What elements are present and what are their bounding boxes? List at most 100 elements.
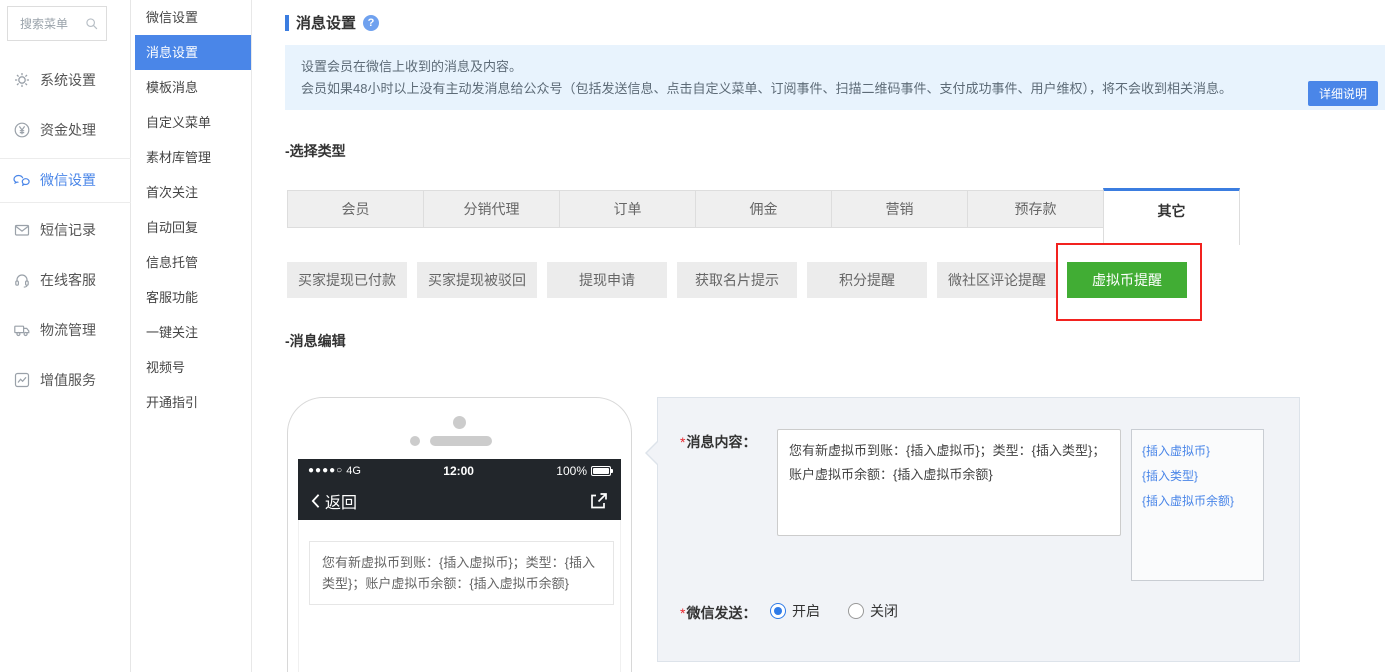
phone-status-bar: ●●●●○ 4G 12:00 100% [298,459,621,482]
message-type-tabs: 会员 分销代理 订单 佣金 营销 预存款 其它 [287,188,1240,245]
page-title: 消息设置 ? [285,12,380,33]
message-type-buttons: 买家提现已付款 买家提现被驳回 提现申请 获取名片提示 积分提醒 微社区评论提醒… [287,262,1187,298]
radio-icon [770,603,786,619]
notice-banner: 设置会员在微信上收到的消息及内容。 会员如果48小时以上没有主动发消息给公众号（… [285,45,1385,110]
sidebar-item-label: 增值服务 [40,372,96,388]
chevron-left-icon [311,494,320,508]
radio-option-on[interactable]: 开启 [770,601,820,621]
message-content-textarea[interactable] [777,429,1121,536]
menu-search [7,6,107,41]
notice-line1: 设置会员在微信上收到的消息及内容。 [301,59,523,74]
sidebar-item-label: 资金处理 [40,122,96,138]
required-asterisk: * [680,434,686,450]
tab-commission[interactable]: 佣金 [695,190,832,228]
submenu-item-auto-reply[interactable]: 自动回复 [131,210,251,245]
submenu-item-first-follow[interactable]: 首次关注 [131,175,251,210]
insert-coin-balance-link[interactable]: {插入虚拟币余额} [1142,489,1253,514]
network-label: 4G [346,464,361,477]
type-button-get-card-tip[interactable]: 获取名片提示 [677,262,797,298]
required-asterisk: * [680,605,686,621]
phone-camera-dot [453,416,466,429]
detail-instructions-button[interactable]: 详细说明 [1307,81,1378,106]
sidebar-item-logistics[interactable]: 物流管理 [0,305,131,355]
main-sidebar: 系统设置 资金处理 微信设置 短信记录 在线客服 物流管理 增值服务 [0,0,131,672]
submenu-item-service-functions[interactable]: 客服功能 [131,280,251,315]
type-button-withdraw-paid[interactable]: 买家提现已付款 [287,262,407,298]
title-accent-bar [285,14,289,31]
type-button-withdraw-rejected[interactable]: 买家提现被驳回 [417,262,537,298]
notice-line2: 会员如果48小时以上没有主动发消息给公众号（包括发送信息、点击自定义菜单、订阅事… [301,81,1232,96]
submenu-item-video-account[interactable]: 视频号 [131,350,251,385]
insert-type-link[interactable]: {插入类型} [1142,464,1253,489]
wechat-send-label: *微信发送： [680,605,757,621]
battery-percent: 100% [556,463,587,478]
tab-distribution-agent[interactable]: 分销代理 [423,190,560,228]
type-button-virtual-coin-reminder[interactable]: 虚拟币提醒 [1067,262,1187,298]
radio-label: 开启 [792,603,820,619]
tab-prepaid[interactable]: 预存款 [967,190,1104,228]
sidebar-item-label: 系统设置 [40,72,96,88]
phone-sensor-dot [410,436,420,446]
phone-nav-bar: 返回 [298,482,621,520]
insert-variable-links: {插入虚拟币} {插入类型} {插入虚拟币余额} [1131,429,1264,581]
sidebar-item-wechat-settings[interactable]: 微信设置 [0,155,131,205]
truck-icon [14,325,30,337]
type-button-community-comment-reminder[interactable]: 微社区评论提醒 [937,262,1057,298]
help-icon[interactable]: ? [363,14,380,31]
yen-icon [14,122,30,138]
message-content-label: *消息内容： [680,434,757,450]
sidebar-item-online-service[interactable]: 在线客服 [0,255,131,305]
back-button[interactable]: 返回 [310,489,357,513]
wechat-settings-submenu: 微信设置 消息设置 模板消息 自定义菜单 素材库管理 首次关注 自动回复 信息托… [131,0,252,672]
type-button-withdraw-apply[interactable]: 提现申请 [547,262,667,298]
type-button-points-reminder[interactable]: 积分提醒 [807,262,927,298]
search-icon [86,18,98,30]
submenu-item-template-message[interactable]: 模板消息 [131,70,251,105]
chart-icon [14,372,30,388]
sidebar-item-funds[interactable]: 资金处理 [0,105,131,155]
preview-message-bubble: 您有新虚拟币到账：{插入虚拟币}；类型：{插入类型}；账户虚拟币余额：{插入虚拟… [309,541,614,605]
sidebar-item-label: 在线客服 [40,272,96,288]
sidebar-item-label: 物流管理 [40,322,96,338]
phone-preview: ●●●●○ 4G 12:00 100% 返回 您有新虚拟币到账：{插入虚拟币}；… [287,397,632,672]
back-label: 返回 [325,495,358,512]
tab-other[interactable]: 其它 [1103,188,1240,245]
app-window: 系统设置 资金处理 微信设置 短信记录 在线客服 物流管理 增值服务 [0,0,1385,672]
tab-marketing[interactable]: 营销 [831,190,968,228]
radio-label: 关闭 [870,603,898,619]
wechat-icon [13,174,30,187]
tab-member[interactable]: 会员 [287,190,424,228]
phone-speaker [430,436,492,446]
radio-option-off[interactable]: 关闭 [848,601,898,621]
signal-icon: ●●●●○ [308,465,344,476]
sidebar-item-label: 短信记录 [40,222,96,238]
main-content: 消息设置 ? 设置会员在微信上收到的消息及内容。 会员如果48小时以上没有主动发… [252,0,1385,672]
status-time: 12:00 [443,463,474,478]
submenu-item-media-library[interactable]: 素材库管理 [131,140,251,175]
message-edit-label: -消息编辑 [285,333,346,349]
envelope-icon [14,224,30,236]
submenu-item-one-key-follow[interactable]: 一键关注 [131,315,251,350]
gear-icon [15,73,29,87]
battery-icon [591,465,613,476]
sidebar-item-system-settings[interactable]: 系统设置 [0,55,131,105]
wechat-send-options: 开启 关闭 [770,601,898,621]
message-edit-form: *消息内容： {插入虚拟币} {插入类型} {插入虚拟币余额} *微信发送： 开… [645,397,1300,662]
radio-icon [848,603,864,619]
submenu-item-activation-guide[interactable]: 开通指引 [131,385,251,420]
sidebar-item-value-added[interactable]: 增值服务 [0,355,131,405]
sidebar-divider [0,202,131,203]
sidebar-item-label: 微信设置 [40,172,96,188]
sidebar-item-sms-records[interactable]: 短信记录 [0,205,131,255]
share-icon[interactable] [589,491,609,511]
submenu-item-custom-menu[interactable]: 自定义菜单 [131,105,251,140]
page-title-text: 消息设置 [296,15,357,32]
submenu-item-info-hosting[interactable]: 信息托管 [131,245,251,280]
submenu-item-wechat-settings[interactable]: 微信设置 [131,0,251,35]
headset-icon [15,274,29,288]
insert-virtual-coin-link[interactable]: {插入虚拟币} [1142,439,1253,464]
tab-order[interactable]: 订单 [559,190,696,228]
submenu-item-message-settings[interactable]: 消息设置 [135,35,251,70]
phone-screen: 您有新虚拟币到账：{插入虚拟币}；类型：{插入类型}；账户虚拟币余额：{插入虚拟… [298,520,621,672]
select-type-label: -选择类型 [285,143,346,159]
